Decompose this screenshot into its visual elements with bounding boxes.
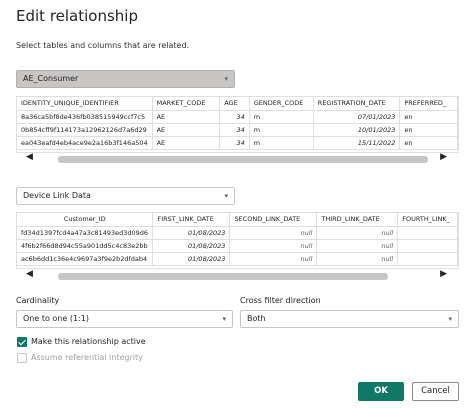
cancel-button[interactable]: Cancel bbox=[412, 382, 459, 401]
table-cell: AE bbox=[152, 110, 221, 124]
table-cell: 07/01/2023 bbox=[313, 110, 401, 124]
table-row: ea043eafd4eb4ace9e2a16b3f146a504 AE 34 m… bbox=[17, 136, 458, 150]
table-cell bbox=[397, 226, 458, 240]
chevron-left-icon[interactable]: ◀ bbox=[26, 269, 33, 279]
table-cell: 0b854cff9f114173a12962126d7a6d29 bbox=[17, 123, 153, 137]
table2-preview: Customer_ID FIRST_LINK_DATE SECOND_LINK_… bbox=[16, 212, 459, 269]
column-header[interactable]: FIRST_LINK_DATE bbox=[152, 213, 231, 227]
column-header[interactable]: GENDER_CODE bbox=[249, 97, 314, 111]
table1-select-value: AE_Consumer bbox=[23, 74, 79, 83]
table-cell: 01/08/2023 bbox=[152, 226, 231, 240]
table-cell: en bbox=[399, 136, 458, 150]
chevron-right-icon[interactable]: ▶ bbox=[440, 269, 447, 279]
table-cell: 34 bbox=[219, 110, 250, 124]
table-row: ac6b6dd1c36e4c9697a3f9e2b2dfdab4 01/08/2… bbox=[17, 252, 458, 266]
referential-integrity-label: Assume referential integrity bbox=[31, 353, 143, 362]
table-cell: 10/01/2023 bbox=[313, 123, 401, 137]
chevron-down-icon: ▾ bbox=[222, 315, 226, 323]
table-cell: null bbox=[229, 239, 318, 253]
referential-integrity-checkbox bbox=[17, 353, 27, 363]
table-cell bbox=[397, 252, 458, 266]
chevron-right-icon[interactable]: ▶ bbox=[440, 152, 447, 162]
scrollbar-thumb[interactable] bbox=[58, 156, 428, 163]
table-cell: null bbox=[316, 239, 399, 253]
table2-select-value: Device Link Data bbox=[23, 191, 91, 200]
table1-select[interactable]: AE_Consumer ▾ bbox=[16, 70, 235, 88]
table-cell: 15/11/2022 bbox=[313, 136, 401, 150]
table-row: 0b854cff9f114173a12962126d7a6d29 AE 34 m… bbox=[17, 123, 458, 137]
table2-horizontal-scrollbar[interactable]: ◀ ▶ bbox=[16, 269, 459, 282]
table-cell: en bbox=[399, 123, 458, 137]
column-header[interactable]: SECOND_LINK_DATE bbox=[229, 213, 318, 227]
table-row: 4f6b2f66d8d94c55a901dd5c4c83e2bb 01/08/2… bbox=[17, 239, 458, 253]
table-cell: 34 bbox=[219, 123, 250, 137]
table-row: fd34d1397fcd4a47a3c81493ed3d09d6 01/08/2… bbox=[17, 226, 458, 240]
table1-header-row: IDENTITY_UNIQUE_IDENTIFIER MARKET_CODE A… bbox=[17, 97, 458, 111]
cross-filter-label: Cross filter direction bbox=[240, 296, 321, 305]
table2-select[interactable]: Device Link Data ▾ bbox=[16, 187, 235, 205]
dialog-subtitle: Select tables and columns that are relat… bbox=[16, 41, 190, 50]
column-header[interactable]: THIRD_LINK_DATE bbox=[316, 213, 399, 227]
table-cell bbox=[397, 239, 458, 253]
make-active-checkbox[interactable] bbox=[17, 337, 27, 347]
table-cell: AE bbox=[152, 123, 221, 137]
column-header[interactable]: AGE bbox=[219, 97, 250, 111]
table1-preview: IDENTITY_UNIQUE_IDENTIFIER MARKET_CODE A… bbox=[16, 96, 459, 153]
column-header[interactable]: REGISTRATION_DATE bbox=[313, 97, 401, 111]
table2-header-row: Customer_ID FIRST_LINK_DATE SECOND_LINK_… bbox=[17, 213, 458, 227]
dialog-title: Edit relationship bbox=[16, 7, 138, 25]
table1-horizontal-scrollbar[interactable]: ◀ ▶ bbox=[16, 152, 459, 165]
cross-filter-value: Both bbox=[247, 314, 266, 323]
table-cell: 34 bbox=[219, 136, 250, 150]
table-row: 8a36ca5bf8de436fb038515949ccf7c5 AE 34 m… bbox=[17, 110, 458, 124]
table-cell: fd34d1397fcd4a47a3c81493ed3d09d6 bbox=[17, 226, 154, 240]
chevron-down-icon: ▾ bbox=[448, 315, 452, 323]
chevron-left-icon[interactable]: ◀ bbox=[26, 152, 33, 162]
table-cell: m bbox=[249, 110, 314, 124]
cardinality-value: One to one (1:1) bbox=[23, 314, 89, 323]
table-cell: 4f6b2f66d8d94c55a901dd5c4c83e2bb bbox=[17, 239, 154, 253]
table-cell: ac6b6dd1c36e4c9697a3f9e2b2dfdab4 bbox=[17, 252, 154, 266]
table-cell: null bbox=[316, 226, 399, 240]
table-cell: m bbox=[249, 136, 314, 150]
scrollbar-thumb[interactable] bbox=[58, 273, 388, 280]
table-cell: null bbox=[316, 252, 399, 266]
table-cell: m bbox=[249, 123, 314, 137]
table-cell: 01/08/2023 bbox=[152, 252, 231, 266]
column-header[interactable]: PREFERRED_ bbox=[399, 97, 458, 111]
cardinality-label: Cardinality bbox=[16, 296, 60, 305]
column-header[interactable]: IDENTITY_UNIQUE_IDENTIFIER bbox=[17, 97, 153, 111]
table-cell: null bbox=[229, 226, 318, 240]
table-cell: ea043eafd4eb4ace9e2a16b3f146a504 bbox=[17, 136, 153, 150]
table-cell: 01/08/2023 bbox=[152, 239, 231, 253]
chevron-down-icon: ▾ bbox=[224, 192, 228, 200]
table-cell: 8a36ca5bf8de436fb038515949ccf7c5 bbox=[17, 110, 153, 124]
chevron-down-icon: ▾ bbox=[224, 75, 228, 83]
table-cell: AE bbox=[152, 136, 221, 150]
column-header[interactable]: FOURTH_LINK_ bbox=[397, 213, 458, 227]
cross-filter-select[interactable]: Both ▾ bbox=[240, 310, 459, 328]
ok-button[interactable]: OK bbox=[358, 382, 404, 401]
column-header[interactable]: MARKET_CODE bbox=[152, 97, 221, 111]
table-cell: en bbox=[399, 110, 458, 124]
table-cell: null bbox=[229, 252, 318, 266]
cardinality-select[interactable]: One to one (1:1) ▾ bbox=[16, 310, 233, 328]
make-active-label: Make this relationship active bbox=[31, 337, 146, 346]
column-header[interactable]: Customer_ID bbox=[17, 213, 154, 227]
